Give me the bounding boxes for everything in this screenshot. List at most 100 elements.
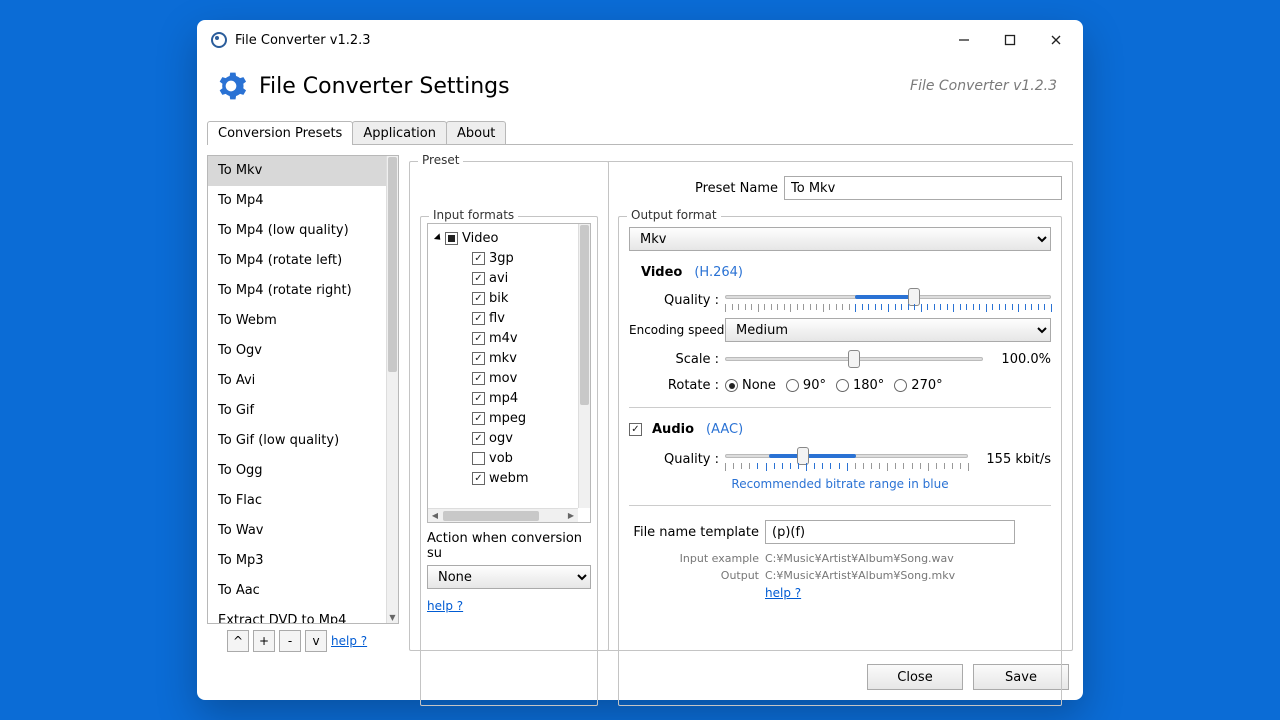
format-checkbox[interactable] [472,252,485,265]
preset-list[interactable]: To MkvTo Mp4To Mp4 (low quality)To Mp4 (… [207,155,399,624]
format-tree[interactable]: Video3gpavibikflvm4vmkvmovmp4mpegogvvobw… [428,224,578,508]
tree-scrollbar[interactable] [578,224,590,508]
output-example-value: C:¥Music¥Artist¥Album¥Song.mkv [765,569,955,582]
format-checkbox[interactable] [472,392,485,405]
action-on-success-select[interactable]: None [427,565,591,589]
tab-about[interactable]: About [446,121,506,145]
preset-item[interactable]: To Mp4 (rotate left) [208,246,386,276]
preset-item[interactable]: To Gif (low quality) [208,426,386,456]
preset-name-input[interactable] [784,176,1062,200]
format-name: mpeg [489,411,526,426]
hsb-left-arrow[interactable]: ◀ [428,509,442,523]
format-name: avi [489,271,508,286]
tab-conversion-presets[interactable]: Conversion Presets [207,121,353,145]
input-example-value: C:¥Music¥Artist¥Album¥Song.wav [765,552,954,565]
input-formats-group: Input formats Video3gpavibikflvm4vmkvmov… [420,216,598,706]
format-name: flv [489,311,505,326]
filename-template-input[interactable] [765,520,1015,544]
preset-item[interactable]: To Mkv [208,156,386,186]
preset-item[interactable]: To Aac [208,576,386,606]
radio-icon [725,379,738,392]
format-name: bik [489,291,508,306]
format-checkbox[interactable] [472,332,485,345]
scale-slider[interactable] [725,350,983,368]
encoding-speed-select[interactable]: Medium [725,318,1051,342]
expand-icon[interactable] [434,233,443,242]
tab-application[interactable]: Application [352,121,447,145]
preset-item[interactable]: To Gif [208,396,386,426]
rotate-option[interactable]: 90° [786,378,826,393]
format-checkbox[interactable] [472,312,485,325]
tabs: Conversion Presets Application About [197,120,1083,144]
hsb-thumb[interactable] [443,511,539,521]
preset-item[interactable]: To Mp4 [208,186,386,216]
format-name: webm [489,471,529,486]
radio-icon [786,379,799,392]
preset-item[interactable]: Extract DVD to Mp4 [208,606,386,623]
titlebar: File Converter v1.2.3 [197,20,1083,60]
audio-bitrate-value: 155 kbit/s [986,452,1051,467]
preset-item[interactable]: To Ogv [208,336,386,366]
audio-codec: (AAC) [706,422,743,437]
format-checkbox[interactable] [472,472,485,485]
category-label: Video [462,231,498,246]
preset-list-scrollbar[interactable]: ▲ ▼ [386,156,398,623]
version-label: File Converter v1.2.3 [910,78,1057,94]
preset-detail: Preset Name Output format Mkv Video (H.2… [608,161,1073,651]
format-checkbox[interactable] [472,292,485,305]
preset-item[interactable]: To Avi [208,366,386,396]
rotate-label: Rotate : [629,378,719,393]
rotate-option[interactable]: None [725,378,776,393]
preset-group: Preset Input formats Video3gpavibikflvm4… [409,161,609,651]
preset-item[interactable]: To Mp3 [208,546,386,576]
format-checkbox[interactable] [472,272,485,285]
scale-value: 100.0% [1001,352,1051,367]
format-checkbox[interactable] [472,372,485,385]
preset-item[interactable]: To Wav [208,516,386,546]
radio-label: 90° [803,378,826,393]
preset-item[interactable]: To Webm [208,306,386,336]
output-format-label: Output format [627,208,721,222]
radio-label: None [742,378,776,393]
sb-thumb[interactable] [388,157,397,372]
preset-item[interactable]: To Mp4 (low quality) [208,216,386,246]
preset-item[interactable]: To Mp4 (rotate right) [208,276,386,306]
scale-label: Scale : [629,352,719,367]
format-checkbox[interactable] [472,412,485,425]
preset-item[interactable]: To Flac [208,486,386,516]
hsb-right-arrow[interactable]: ▶ [564,509,578,523]
rotate-option[interactable]: 180° [836,378,884,393]
input-formats-help-link[interactable]: help ? [427,599,463,613]
radio-icon [836,379,849,392]
tree-sb-thumb[interactable] [580,225,589,405]
format-name: mkv [489,351,517,366]
remove-preset-button[interactable]: - [279,630,301,652]
audio-enable-checkbox[interactable] [629,423,642,436]
move-up-button[interactable]: ^ [227,630,249,652]
minimize-button[interactable] [941,20,987,60]
add-preset-button[interactable]: + [253,630,275,652]
page-title: File Converter Settings [259,74,510,99]
rotate-option[interactable]: 270° [894,378,942,393]
format-checkbox[interactable] [472,352,485,365]
format-name: ogv [489,431,513,446]
category-checkbox[interactable] [445,232,458,245]
app-icon [211,32,227,48]
format-checkbox[interactable] [472,432,485,445]
sb-down-arrow[interactable]: ▼ [387,611,398,623]
output-format-select[interactable]: Mkv [629,227,1051,251]
app-window: File Converter v1.2.3 File Converter Set… [197,20,1083,700]
tree-h-scrollbar[interactable]: ◀ ▶ [428,508,578,522]
preset-help-link[interactable]: help ? [331,634,367,648]
maximize-button[interactable] [987,20,1033,60]
format-checkbox[interactable] [472,452,485,465]
preset-name-label: Preset Name [618,181,778,196]
filename-help-link[interactable]: help ? [765,586,801,600]
video-codec: (H.264) [694,265,743,280]
gear-icon [215,70,247,102]
audio-quality-label: Quality : [629,452,719,467]
input-example-label: Input example [629,552,759,565]
close-button[interactable] [1033,20,1079,60]
move-down-button[interactable]: v [305,630,327,652]
preset-item[interactable]: To Ogg [208,456,386,486]
